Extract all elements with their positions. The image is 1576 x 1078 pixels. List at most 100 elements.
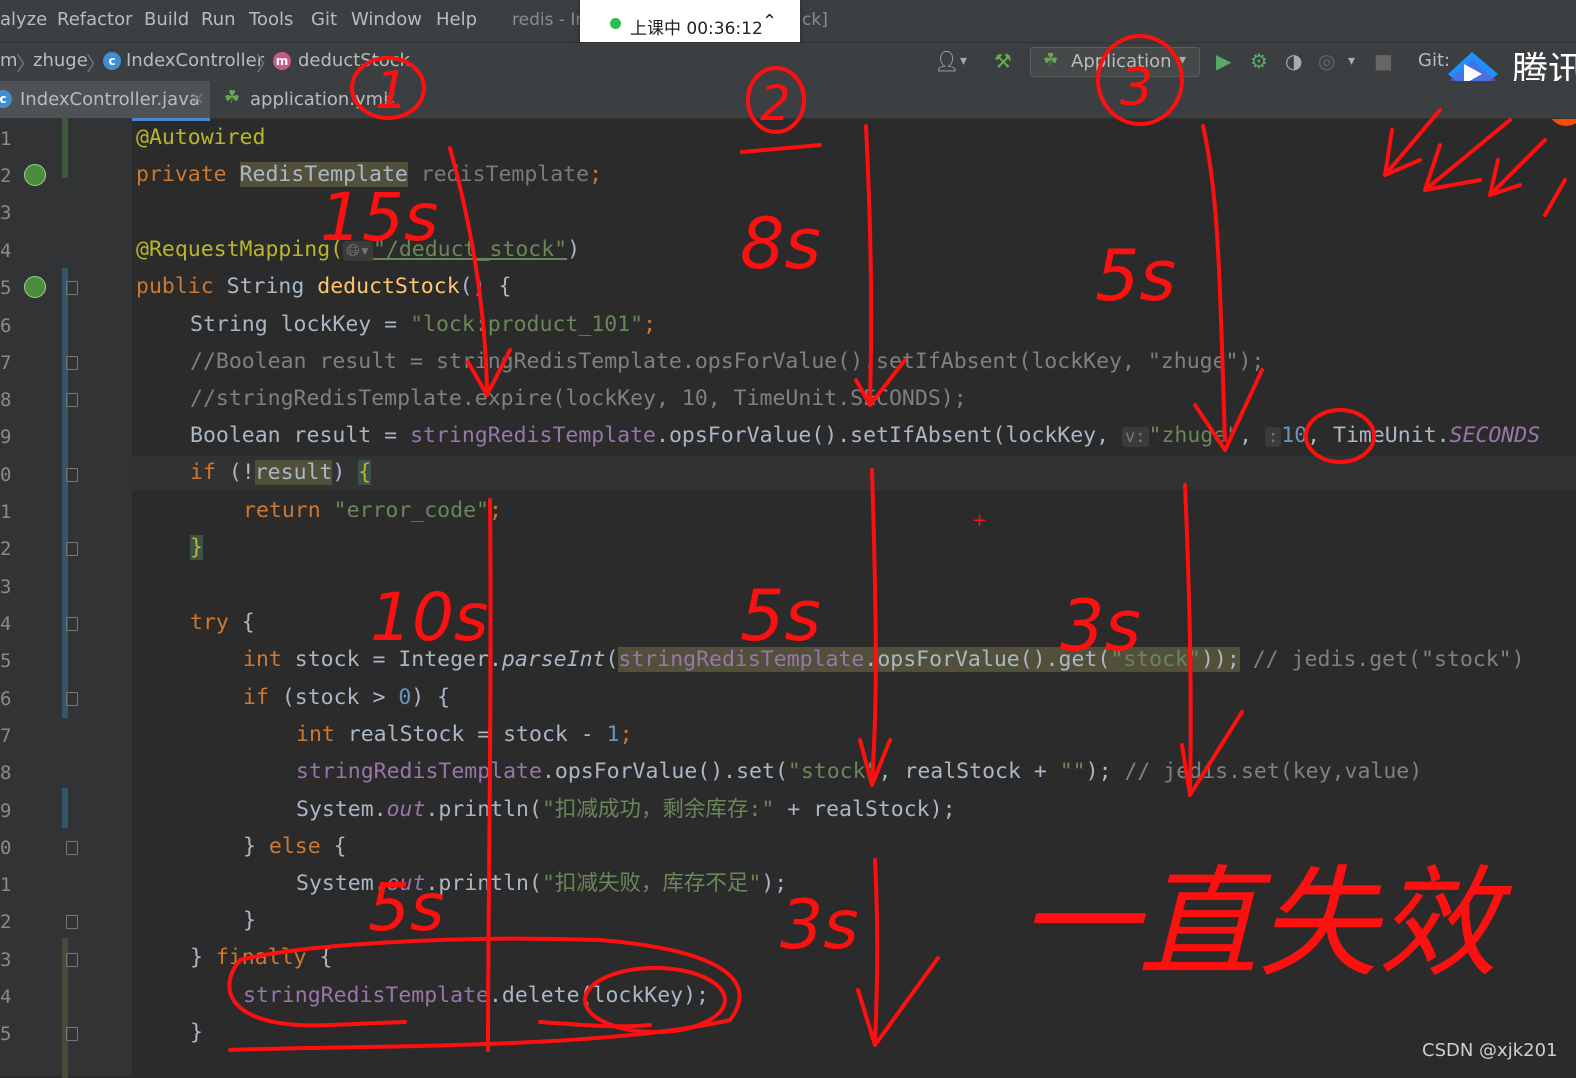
- code-token: {: [320, 834, 347, 859]
- fold-marker-icon[interactable]: [66, 393, 78, 407]
- method-icon: m: [273, 52, 291, 70]
- menu-refactor[interactable]: Refactor: [57, 9, 133, 30]
- breadcrumb-class[interactable]: IndexController: [126, 50, 264, 71]
- profile-icon[interactable]: ◎: [1318, 49, 1335, 73]
- comment-token: // jedis.set(key,value): [1111, 759, 1423, 784]
- csdn-watermark: CSDN @xjk201: [1422, 1040, 1558, 1061]
- code-token: .opsForValue().set(: [541, 759, 788, 784]
- menu-build[interactable]: Build: [144, 9, 189, 30]
- tab-indexcontroller[interactable]: c IndexController.java ×: [0, 81, 210, 121]
- editor-tab-bar: c IndexController.java × ☘ application.y…: [0, 81, 1576, 121]
- code-token: .opsForValue().setIfAbsent(lockKey,: [656, 423, 1123, 448]
- fold-marker-icon[interactable]: [66, 617, 78, 631]
- fold-marker-icon[interactable]: [66, 692, 78, 706]
- coverage-icon[interactable]: ◑: [1285, 49, 1302, 73]
- code-line: System.out.println("扣减成功，剩余库存:" + realSt…: [296, 793, 956, 827]
- field-token: out: [386, 797, 426, 822]
- code-token: }: [243, 834, 269, 859]
- keyword-token: if: [243, 685, 269, 710]
- line-number: 5: [0, 1023, 12, 1045]
- line-number: 3: [0, 576, 12, 598]
- fold-marker-icon[interactable]: [66, 281, 78, 295]
- globe-icon[interactable]: 🌐︎▾: [343, 241, 373, 261]
- window-title-suffix: ck]: [802, 10, 828, 30]
- line-number: 4: [0, 613, 12, 635]
- string-token[interactable]: "/deduct_stock": [373, 237, 567, 262]
- code-line: @Autowired: [136, 121, 265, 155]
- tab-label: IndexController.java: [20, 89, 200, 110]
- fold-marker-icon[interactable]: [66, 468, 78, 482]
- chevron-up-icon[interactable]: ⌃: [762, 11, 777, 32]
- request-mapping-icon[interactable]: [24, 276, 46, 298]
- code-line: //Boolean result = stringRedisTemplate.o…: [190, 345, 1264, 379]
- menu-analyze[interactable]: alyze: [0, 9, 47, 30]
- fold-marker-icon[interactable]: [66, 915, 78, 929]
- parameter-hint: v:: [1122, 427, 1149, 447]
- class-timer-popup[interactable]: 上课中 00:36:12 ⌃: [580, 0, 800, 46]
- navigation-bar: m 〉 zhuge 〉 c IndexController 〉 m deduct…: [0, 42, 1576, 81]
- line-number: 8: [0, 762, 12, 784]
- breadcrumb-method[interactable]: deductStock: [298, 50, 410, 71]
- class-icon: c: [0, 90, 12, 108]
- build-hammer-icon[interactable]: ⚒: [994, 49, 1012, 73]
- fold-marker-icon[interactable]: [66, 542, 78, 556]
- close-tab-icon[interactable]: ×: [382, 88, 397, 109]
- breadcrumb-package[interactable]: zhuge: [33, 50, 88, 71]
- line-number: 5: [0, 650, 12, 672]
- user-icon[interactable]: 👤︎: [934, 49, 959, 73]
- autowired-bean-icon[interactable]: [24, 164, 46, 186]
- line-number: 2: [0, 911, 12, 933]
- code-line: int realStock = stock - 1;: [296, 718, 633, 752]
- menu-run[interactable]: Run: [201, 9, 236, 30]
- code-line: @RequestMapping(🌐︎▾ "/deduct_stock"): [136, 233, 580, 267]
- field-token: stringRedisTemplate: [296, 759, 542, 784]
- code-token: );: [761, 871, 788, 896]
- keyword-token: if: [190, 460, 216, 485]
- run-icon[interactable]: ▶: [1216, 49, 1231, 73]
- line-number: 5: [0, 277, 12, 299]
- keyword-token: private: [136, 162, 227, 187]
- fold-marker-icon[interactable]: [66, 356, 78, 370]
- code-token: }: [243, 908, 256, 933]
- close-tab-icon[interactable]: ×: [190, 88, 205, 109]
- code-token: System.: [296, 871, 387, 896]
- code-token: {: [306, 945, 333, 970]
- code-token: .delete(lockKey);: [488, 983, 710, 1008]
- chevron-down-icon[interactable]: ▾: [1348, 53, 1355, 69]
- code-token: Boolean result =: [190, 423, 411, 448]
- menu-tools[interactable]: Tools: [249, 9, 293, 30]
- run-configuration-select[interactable]: ☘ Application ▾: [1030, 47, 1200, 77]
- menu-help[interactable]: Help: [436, 9, 477, 30]
- punct-token: ;: [619, 722, 633, 747]
- code-token: , TimeUnit.: [1307, 423, 1450, 448]
- keyword-token: int: [243, 647, 282, 672]
- keyword-token: finally: [215, 945, 307, 970]
- code-line: } else {: [243, 830, 347, 864]
- code-line: private RedisTemplate redisTemplate;: [136, 158, 602, 192]
- menu-git[interactable]: Git: [311, 9, 337, 30]
- chevron-down-icon[interactable]: ▾: [960, 53, 967, 69]
- line-number: 7: [0, 352, 12, 374]
- code-token: System.: [296, 797, 387, 822]
- stop-icon[interactable]: ■: [1374, 49, 1393, 73]
- constant-token: SECONDS: [1449, 423, 1541, 448]
- punct-token: ;: [589, 162, 603, 187]
- tab-application-yml[interactable]: ☘ application.yml ×: [214, 81, 404, 118]
- fold-marker-icon[interactable]: [66, 1027, 78, 1041]
- debug-icon[interactable]: ⚙: [1250, 49, 1268, 73]
- code-line: stringRedisTemplate.opsForValue().set("s…: [296, 755, 1422, 789]
- code-line: if (stock > 0) {: [243, 681, 450, 715]
- code-token: ): [332, 460, 359, 485]
- menu-window[interactable]: Window: [351, 9, 422, 30]
- spring-icon: ☘: [1043, 50, 1059, 70]
- line-number: 2: [0, 538, 12, 560]
- code-line-current: if (!result) {: [132, 456, 1576, 490]
- code-token: String lockKey =: [190, 312, 411, 337]
- breadcrumb-module[interactable]: m: [0, 50, 18, 71]
- code-editor[interactable]: @Autowired private RedisTemplate redisTe…: [132, 118, 1576, 1076]
- fold-marker-icon[interactable]: [66, 953, 78, 967]
- fold-marker-icon[interactable]: [66, 841, 78, 855]
- code-line: Boolean result = stringRedisTemplate.ops…: [190, 419, 1540, 453]
- string-token: "": [1059, 759, 1086, 784]
- chevron-down-icon: ▾: [1179, 52, 1187, 68]
